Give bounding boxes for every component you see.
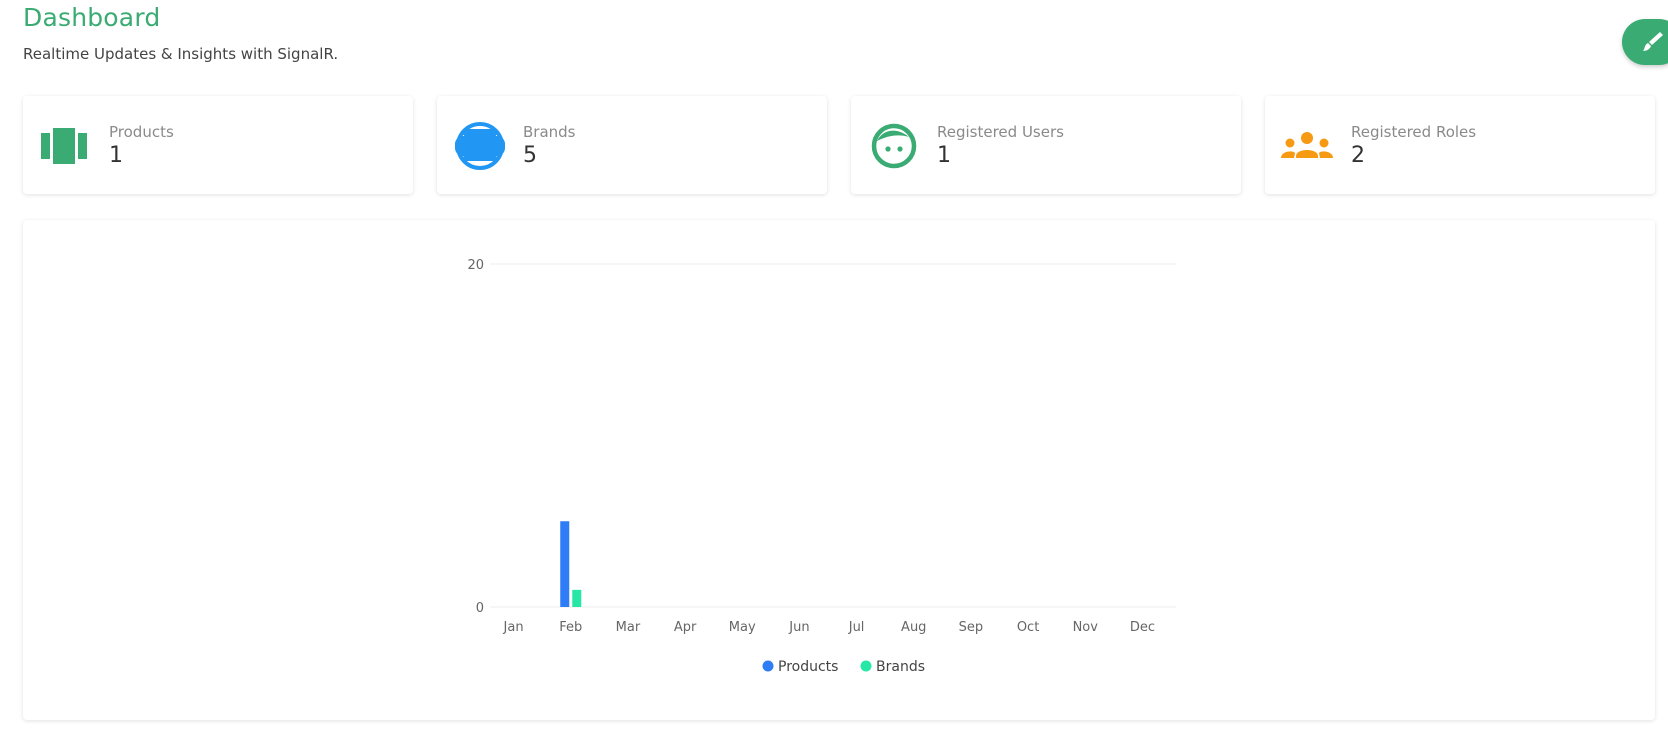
y-tick-label: 0	[476, 601, 484, 616]
products-icon	[41, 128, 87, 164]
x-tick-label: Jan	[503, 620, 524, 635]
y-tick-label: 20	[467, 258, 484, 273]
brands-icon	[455, 122, 505, 170]
bar-brands	[572, 589, 582, 607]
page-subtitle: Realtime Updates & Insights with SignalR…	[23, 45, 339, 63]
stat-value: 1	[937, 143, 951, 168]
stat-label: Registered Users	[937, 123, 1064, 141]
chart-card: 20 0 Jan Feb Mar Apr May Jun Jul Aug Sep Oct Nov Dec P…	[23, 220, 1655, 720]
legend-label-brands: Brands	[876, 659, 925, 675]
x-tick-label: Feb	[559, 620, 582, 635]
legend-marker-products	[762, 660, 774, 672]
x-tick-label: Jul	[848, 620, 865, 635]
stat-value: 1	[109, 143, 123, 168]
theme-customizer-button[interactable]	[1622, 19, 1668, 65]
x-tick-label: Apr	[674, 620, 697, 635]
x-tick-label: Dec	[1130, 620, 1155, 635]
stat-card-products: Products 1	[23, 96, 413, 194]
x-tick-label: Aug	[901, 620, 926, 635]
x-tick-label: Nov	[1073, 620, 1099, 635]
group-icon	[1281, 132, 1333, 158]
stat-label: Brands	[523, 123, 576, 141]
monthly-bar-chart: 20 0 Jan Feb Mar Apr May Jun Jul Aug Sep Oct Nov Dec P…	[467, 258, 1176, 675]
stat-value: 5	[523, 143, 537, 168]
x-tick-label: Jun	[788, 620, 809, 635]
x-tick-label: May	[729, 620, 756, 635]
stat-value: 2	[1351, 143, 1365, 168]
legend-label-products: Products	[778, 659, 838, 675]
x-tick-label: Mar	[616, 620, 641, 635]
legend-marker-brands	[860, 660, 872, 672]
x-tick-label: Oct	[1017, 620, 1039, 635]
stat-label: Registered Roles	[1351, 123, 1477, 141]
x-tick-label: Sep	[959, 620, 984, 635]
page-title: Dashboard	[23, 3, 161, 32]
paintbrush-icon	[1643, 32, 1663, 51]
stat-card-brands: Brands 5	[437, 96, 827, 194]
stat-card-users: Registered Users 1	[851, 96, 1241, 194]
stat-label: Products	[109, 123, 174, 141]
stat-card-roles: Registered Roles 2	[1265, 96, 1655, 194]
bar-products	[560, 521, 570, 607]
user-face-icon	[871, 123, 917, 169]
